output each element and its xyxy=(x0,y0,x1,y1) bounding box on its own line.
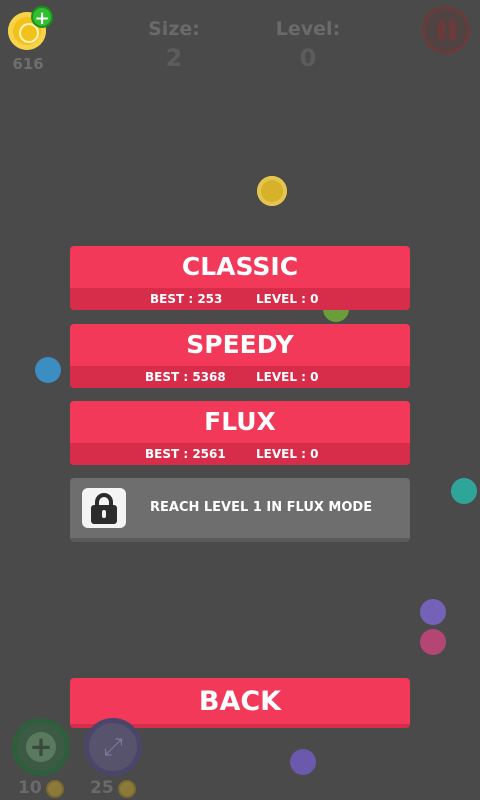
mode-title: FLUX xyxy=(204,407,276,436)
mode-title: SPEEDY xyxy=(186,330,294,359)
plus-icon: + xyxy=(26,732,56,762)
level-label: Level: xyxy=(275,18,341,40)
food-dot xyxy=(451,478,477,504)
mode-level: LEVEL : 0 xyxy=(256,292,319,306)
add-coins-button[interactable]: + xyxy=(31,6,53,29)
mode-level: LEVEL : 0 xyxy=(256,447,319,461)
level-value: 0 xyxy=(299,44,317,72)
food-dot xyxy=(35,357,61,383)
food-dot xyxy=(420,629,446,655)
size-value: 2 xyxy=(165,44,183,72)
food-dot xyxy=(257,176,287,206)
pause-icon xyxy=(438,20,445,40)
coin-icon xyxy=(118,780,136,798)
lock-icon xyxy=(82,488,126,528)
expand-powerup-button[interactable]: ⤢ xyxy=(84,718,142,776)
size-label: Size: xyxy=(148,18,200,40)
grow-powerup-cost: 10 xyxy=(18,778,42,798)
food-dot xyxy=(290,749,316,775)
expand-powerup-cost: 25 xyxy=(90,778,114,798)
mode-best-score: BEST : 5368 xyxy=(145,370,226,384)
food-dot xyxy=(420,599,446,625)
speedy-mode-button[interactable]: SPEEDY BEST : 5368 LEVEL : 0 xyxy=(70,324,410,388)
mode-level: LEVEL : 0 xyxy=(256,370,319,384)
grow-powerup-button[interactable]: + xyxy=(12,718,70,776)
locked-mode-requirement: REACH LEVEL 1 IN FLUX MODE xyxy=(150,500,373,515)
pause-button[interactable] xyxy=(422,6,470,54)
mode-best-score: BEST : 2561 xyxy=(145,447,226,461)
coin-count: 616 xyxy=(12,55,44,73)
coin-icon xyxy=(46,780,64,798)
classic-mode-button[interactable]: CLASSIC BEST : 253 LEVEL : 0 xyxy=(70,246,410,310)
mode-title: CLASSIC xyxy=(181,252,299,281)
expand-icon: ⤢ xyxy=(103,733,123,761)
flux-mode-button[interactable]: FLUX BEST : 2561 LEVEL : 0 xyxy=(70,401,410,465)
locked-mode-button[interactable]: REACH LEVEL 1 IN FLUX MODE xyxy=(70,478,410,542)
mode-best-score: BEST : 253 xyxy=(150,292,223,306)
